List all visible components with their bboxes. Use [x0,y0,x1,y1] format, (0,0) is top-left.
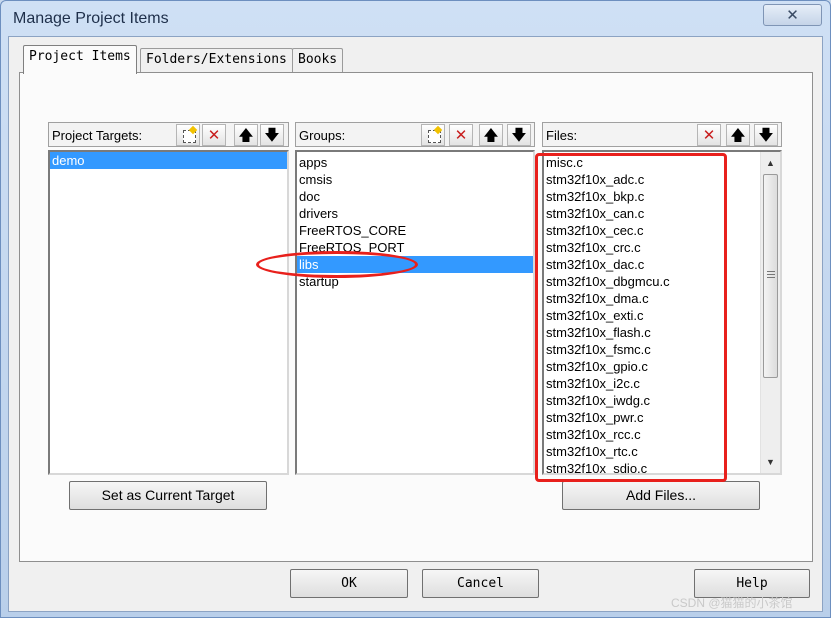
list-item[interactable]: FreeRTOS_CORE [297,222,533,239]
list-item[interactable]: stm32f10x_iwdg.c [544,392,780,409]
groups-label: Groups: [299,128,346,143]
list-item[interactable]: stm32f10x_pwr.c [544,409,780,426]
close-button[interactable]: ✕ [763,4,822,26]
list-item[interactable]: drivers [297,205,533,222]
cancel-button[interactable]: Cancel [422,569,539,598]
list-item[interactable]: stm32f10x_flash.c [544,324,780,341]
project-targets-label: Project Targets: [52,128,143,143]
list-item[interactable]: stm32f10x_can.c [544,205,780,222]
list-item[interactable]: stm32f10x_rcc.c [544,426,780,443]
new-item-icon[interactable] [176,124,200,146]
list-item[interactable]: stm32f10x_crc.c [544,239,780,256]
scroll-down-icon[interactable]: ▼ [761,453,780,471]
list-item[interactable]: stm32f10x_sdio.c [544,460,780,473]
move-down-icon[interactable]: 🡇 [260,124,284,146]
list-item[interactable]: cmsis [297,171,533,188]
tab-project-items[interactable]: Project Items [23,45,137,74]
window-title: Manage Project Items [13,10,169,27]
files-label: Files: [546,128,578,143]
list-item[interactable]: stm32f10x_i2c.c [544,375,780,392]
list-item[interactable]: libs [297,256,533,273]
tab-books[interactable]: Books [292,48,344,73]
list-item[interactable]: doc [297,188,533,205]
list-item[interactable]: misc.c [544,154,780,171]
list-item[interactable]: stm32f10x_bkp.c [544,188,780,205]
watermark: CSDN @猫猫的小茶馆 [671,596,793,610]
files-list[interactable]: misc.c stm32f10x_adc.c stm32f10x_bkp.c s… [542,150,782,475]
list-item[interactable]: stm32f10x_fsmc.c [544,341,780,358]
scroll-up-icon[interactable]: ▲ [761,154,780,172]
move-up-icon[interactable]: 🡅 [234,124,258,146]
project-targets-list[interactable]: demo [48,150,289,475]
scroll-thumb[interactable] [763,174,778,378]
project-targets-box: Project Targets: ✕ 🡅 🡇 demo [48,122,289,475]
list-item[interactable]: stm32f10x_cec.c [544,222,780,239]
tab-folders-extensions[interactable]: Folders/Extensions [140,48,293,73]
list-item[interactable]: stm32f10x_dma.c [544,290,780,307]
list-item[interactable]: stm32f10x_exti.c [544,307,780,324]
groups-box: Groups: ✕ 🡅 🡇 apps cmsis doc drivers Fre… [295,122,535,475]
set-current-target-button[interactable]: Set as Current Target [69,481,267,510]
files-box: Files: ✕ 🡅 🡇 misc.c stm32f10x_adc.c stm3… [542,122,782,475]
project-targets-header: Project Targets: ✕ 🡅 🡇 [48,122,289,147]
list-item[interactable]: startup [297,273,533,290]
files-scrollbar[interactable]: ▲ ▼ [760,152,780,473]
delete-icon[interactable]: ✕ [202,124,226,146]
list-item[interactable]: demo [50,152,287,169]
move-down-icon[interactable]: 🡇 [754,124,778,146]
new-item-icon[interactable] [421,124,445,146]
add-files-button[interactable]: Add Files... [562,481,760,510]
list-item[interactable]: stm32f10x_rtc.c [544,443,780,460]
list-item[interactable]: FreeRTOS_PORT [297,239,533,256]
delete-icon[interactable]: ✕ [697,124,721,146]
title-bar[interactable]: Manage Project Items ✕ [1,1,830,35]
files-header: Files: ✕ 🡅 🡇 [542,122,782,147]
list-item[interactable]: stm32f10x_dbgmcu.c [544,273,780,290]
groups-header: Groups: ✕ 🡅 🡇 [295,122,535,147]
move-up-icon[interactable]: 🡅 [726,124,750,146]
list-item[interactable]: stm32f10x_gpio.c [544,358,780,375]
list-item[interactable]: stm32f10x_adc.c [544,171,780,188]
move-down-icon[interactable]: 🡇 [507,124,531,146]
list-item[interactable]: apps [297,154,533,171]
grip-icon [767,271,775,280]
groups-list[interactable]: apps cmsis doc drivers FreeRTOS_CORE Fre… [295,150,535,475]
move-up-icon[interactable]: 🡅 [479,124,503,146]
list-item[interactable]: stm32f10x_dac.c [544,256,780,273]
ok-button[interactable]: OK [290,569,408,598]
delete-icon[interactable]: ✕ [449,124,473,146]
